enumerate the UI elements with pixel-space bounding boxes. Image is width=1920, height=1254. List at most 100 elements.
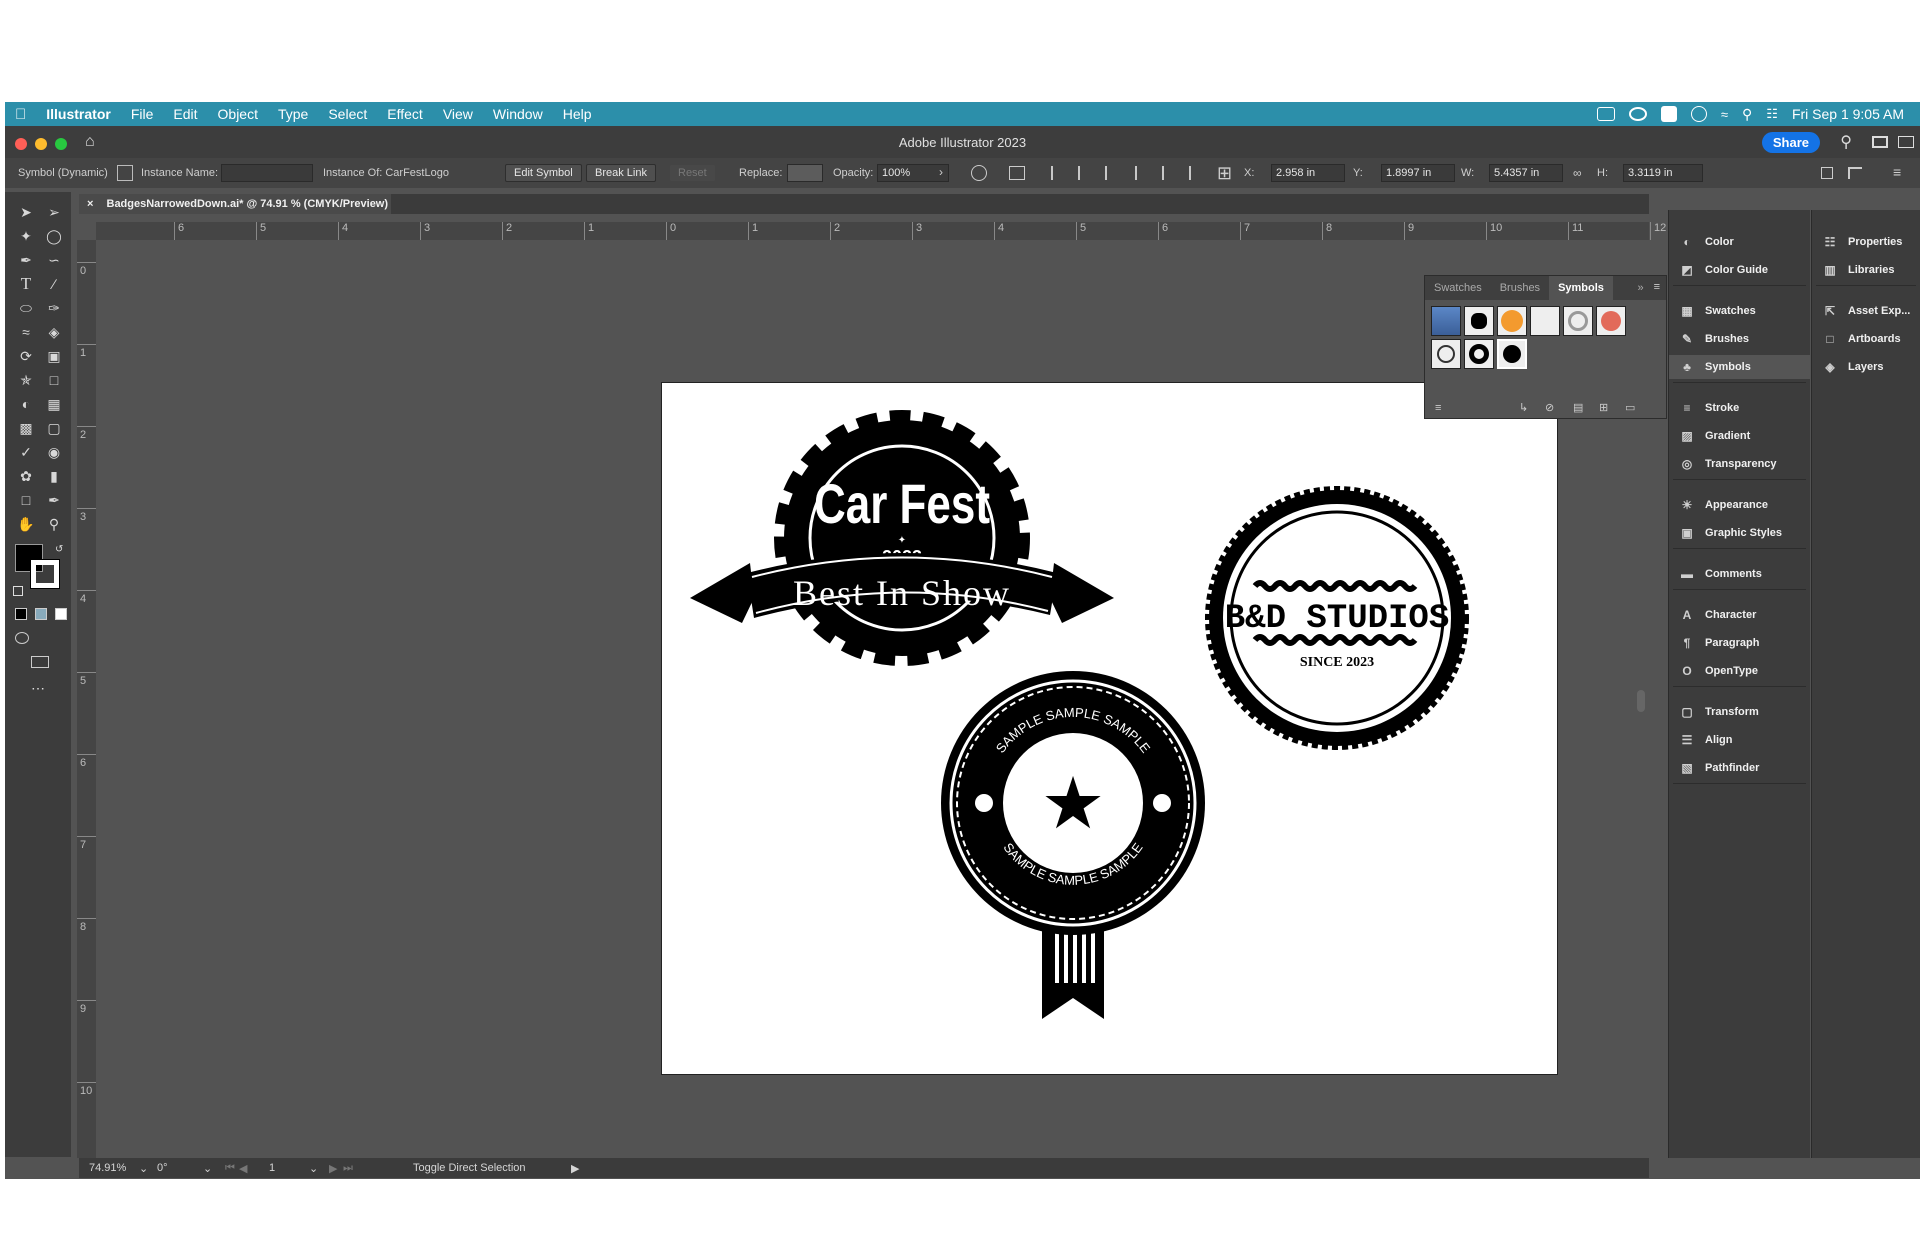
- rotation-angle[interactable]: 0°: [157, 1162, 168, 1174]
- direct-selection-tool-icon[interactable]: ➢: [43, 202, 65, 222]
- display-icon[interactable]: [1596, 107, 1615, 121]
- zoom-level[interactable]: 74.91%: [89, 1162, 126, 1174]
- last-artboard-icon[interactable]: ⏭: [343, 1162, 353, 1175]
- dock-item-character[interactable]: A Character: [1669, 603, 1810, 627]
- shaper-tool-icon[interactable]: ≈: [15, 322, 37, 342]
- dock-item-color[interactable]: ◐ Color: [1669, 230, 1810, 254]
- menu-effect[interactable]: Effect: [377, 106, 433, 122]
- align-middle-icon[interactable]: [1162, 166, 1176, 180]
- menu-help[interactable]: Help: [553, 106, 602, 122]
- type-tool-icon[interactable]: T: [15, 274, 37, 294]
- swap-fill-stroke-icon[interactable]: ↺: [55, 544, 63, 555]
- mesh-tool-icon[interactable]: ▩: [15, 418, 37, 438]
- dock-item-brushes[interactable]: ✎ Brushes: [1669, 327, 1810, 351]
- dock-item-symbols[interactable]: ♣ Symbols: [1669, 355, 1810, 379]
- new-symbol-icon[interactable]: ⊞: [1599, 401, 1608, 414]
- search-icon[interactable]: ⚲: [1840, 132, 1852, 152]
- symbol-swatch-line[interactable]: [1530, 306, 1560, 336]
- menu-type[interactable]: Type: [268, 106, 318, 122]
- dock-item-opentype[interactable]: O OpenType: [1669, 659, 1810, 683]
- wifi-icon[interactable]: ≈: [1721, 107, 1728, 122]
- constrain-proportions-icon[interactable]: ∞: [1573, 166, 1582, 180]
- status-text[interactable]: Toggle Direct Selection: [413, 1162, 526, 1174]
- menu-window[interactable]: Window: [483, 106, 553, 122]
- symbol-sprayer-tool-icon[interactable]: ✿: [15, 466, 37, 486]
- dock-item-transform[interactable]: ▢ Transform: [1669, 700, 1810, 724]
- bd-studios-badge[interactable]: B&D STUDIOS SINCE 2023: [1205, 486, 1469, 750]
- isolate-icon[interactable]: [1821, 167, 1833, 179]
- menubar-clock[interactable]: Fri Sep 1 9:05 AM: [1792, 106, 1904, 122]
- dock-item-artboards[interactable]: □ Artboards: [1812, 327, 1920, 351]
- creative-cloud-icon[interactable]: [1628, 107, 1647, 121]
- menu-file[interactable]: File: [121, 106, 164, 122]
- break-link-icon[interactable]: ⊘: [1545, 401, 1554, 414]
- none-mode-icon[interactable]: [55, 608, 67, 620]
- y-input[interactable]: 1.8997 in: [1381, 164, 1455, 182]
- tab-brushes[interactable]: Brushes: [1491, 276, 1549, 300]
- menu-view[interactable]: View: [433, 106, 483, 122]
- symbol-swatch-ring[interactable]: [1563, 306, 1593, 336]
- panel-toggle-icon[interactable]: [1898, 136, 1914, 148]
- dock-item-comments[interactable]: ▬ Comments: [1669, 562, 1810, 586]
- menu-object[interactable]: Object: [208, 106, 268, 122]
- close-document-icon[interactable]: ×: [87, 198, 93, 210]
- adobe-icon[interactable]: [1660, 106, 1677, 122]
- align-center-icon[interactable]: [1078, 166, 1092, 180]
- next-artboard-icon[interactable]: ▶: [329, 1162, 337, 1175]
- instance-name-input[interactable]: [221, 164, 313, 182]
- dock-item-pathfinder[interactable]: ▧ Pathfinder: [1669, 756, 1810, 780]
- play-icon[interactable]: [1690, 106, 1707, 122]
- column-graph-tool-icon[interactable]: ▮: [43, 466, 65, 486]
- panel-expand-icon[interactable]: »: [1633, 276, 1647, 300]
- sample-ribbon-badge[interactable]: ★ SAMPLE SAMPLE SAMPLE SAMPLE SAMPLE SAM…: [941, 671, 1205, 1019]
- hand-tool-icon[interactable]: ✋: [15, 514, 37, 534]
- artboard-number[interactable]: 1: [269, 1162, 275, 1174]
- dock-item-transparency[interactable]: ◎ Transparency: [1669, 452, 1810, 476]
- vertical-scrollbar[interactable]: [1637, 690, 1645, 712]
- break-link-button[interactable]: Break Link: [586, 164, 656, 182]
- workspace-switcher-icon[interactable]: [1872, 136, 1888, 148]
- line-tool-icon[interactable]: ∕: [43, 274, 65, 294]
- rotation-dropdown-icon[interactable]: ⌄: [203, 1162, 212, 1175]
- horizontal-ruler[interactable]: 6 5 4 3 2 1 0 1 2 3 4 5 6 7 8 9 10 11 12: [96, 222, 1666, 240]
- artboard-dropdown-icon[interactable]: ⌄: [309, 1162, 318, 1175]
- app-menu[interactable]: Illustrator: [36, 106, 121, 122]
- first-artboard-icon[interactable]: ⏮: [225, 1162, 235, 1175]
- reference-point-icon[interactable]: ⊞: [1217, 163, 1232, 184]
- symbol-libraries-icon[interactable]: ≡: [1435, 402, 1441, 414]
- w-input[interactable]: 5.4357 in: [1489, 164, 1563, 182]
- curvature-tool-icon[interactable]: ∽: [43, 250, 65, 270]
- eyedropper-tool-icon[interactable]: ✓: [15, 442, 37, 462]
- symbol-options-icon[interactable]: ▤: [1573, 401, 1583, 414]
- symbol-swatch-orange-orb[interactable]: [1497, 306, 1527, 336]
- blend-tool-icon[interactable]: ◉: [43, 442, 65, 462]
- control-bar-menu-icon[interactable]: ≡: [1893, 164, 1901, 180]
- menu-select[interactable]: Select: [318, 106, 377, 122]
- panel-menu-icon[interactable]: ≡: [1648, 276, 1666, 300]
- color-mode-icon[interactable]: [15, 608, 27, 620]
- zoom-tool-icon[interactable]: ⚲: [43, 514, 65, 534]
- h-input[interactable]: 3.3119 in: [1623, 164, 1703, 182]
- apple-icon[interactable]: : [5, 106, 36, 123]
- selection-tool-icon[interactable]: ➤: [15, 202, 37, 222]
- dock-item-appearance[interactable]: ☀ Appearance: [1669, 493, 1810, 517]
- perspective-grid-tool-icon[interactable]: ▦: [43, 394, 65, 414]
- align-top-icon[interactable]: [1135, 166, 1149, 180]
- shape-builder-tool-icon[interactable]: ◐: [15, 394, 37, 414]
- x-input[interactable]: 2.958 in: [1271, 164, 1345, 182]
- transform-options-icon[interactable]: [1009, 166, 1025, 180]
- dock-item-color-guide[interactable]: ◩ Color Guide: [1669, 258, 1810, 282]
- align-left-icon[interactable]: [1051, 166, 1065, 180]
- edit-toolbar-icon[interactable]: ⋯: [31, 680, 45, 697]
- tab-symbols[interactable]: Symbols: [1549, 276, 1613, 300]
- dock-item-libraries[interactable]: ▥ Libraries: [1812, 258, 1920, 282]
- menu-edit[interactable]: Edit: [163, 106, 207, 122]
- vertical-ruler[interactable]: 0 1 2 3 4 5 6 7 8 9 10: [77, 240, 96, 1158]
- free-transform-tool-icon[interactable]: □: [43, 370, 65, 390]
- align-bottom-icon[interactable]: [1189, 166, 1203, 180]
- symbol-swatch-splat[interactable]: [1464, 306, 1494, 336]
- artboard-tool-icon[interactable]: □: [15, 490, 37, 510]
- canvas[interactable]: Car Fest ✦ 2023 Best In Show: [96, 240, 1649, 1172]
- delete-symbol-icon[interactable]: ▭: [1625, 401, 1635, 414]
- artboard[interactable]: Car Fest ✦ 2023 Best In Show: [661, 382, 1558, 1075]
